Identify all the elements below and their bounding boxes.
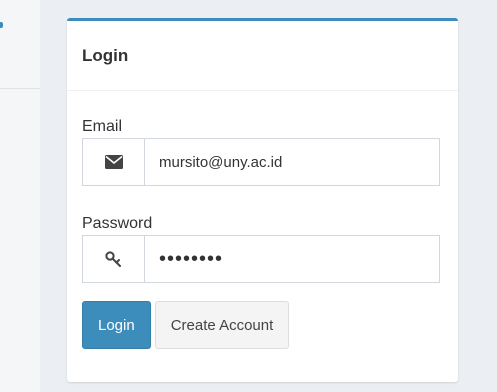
email-input-group (82, 138, 440, 186)
email-label: Email (82, 118, 123, 135)
login-title: Login (82, 45, 129, 65)
sidebar-divider (0, 88, 40, 89)
create-account-button[interactable]: Create Account (154, 301, 290, 349)
login-card-header: Login (67, 21, 458, 91)
password-input[interactable] (144, 235, 440, 283)
login-card: Login Email Password (67, 18, 458, 382)
password-label: Password (82, 215, 153, 232)
password-input-group (82, 235, 440, 283)
envelope-icon (82, 138, 144, 186)
form-actions: Login Create Account (82, 301, 443, 349)
login-form: Email Password Login Cre (67, 117, 458, 349)
sidebar-accent (0, 22, 3, 28)
key-icon (82, 235, 144, 283)
email-input[interactable] (144, 138, 440, 186)
sidebar-edge (0, 0, 40, 392)
login-button[interactable]: Login (82, 301, 151, 349)
